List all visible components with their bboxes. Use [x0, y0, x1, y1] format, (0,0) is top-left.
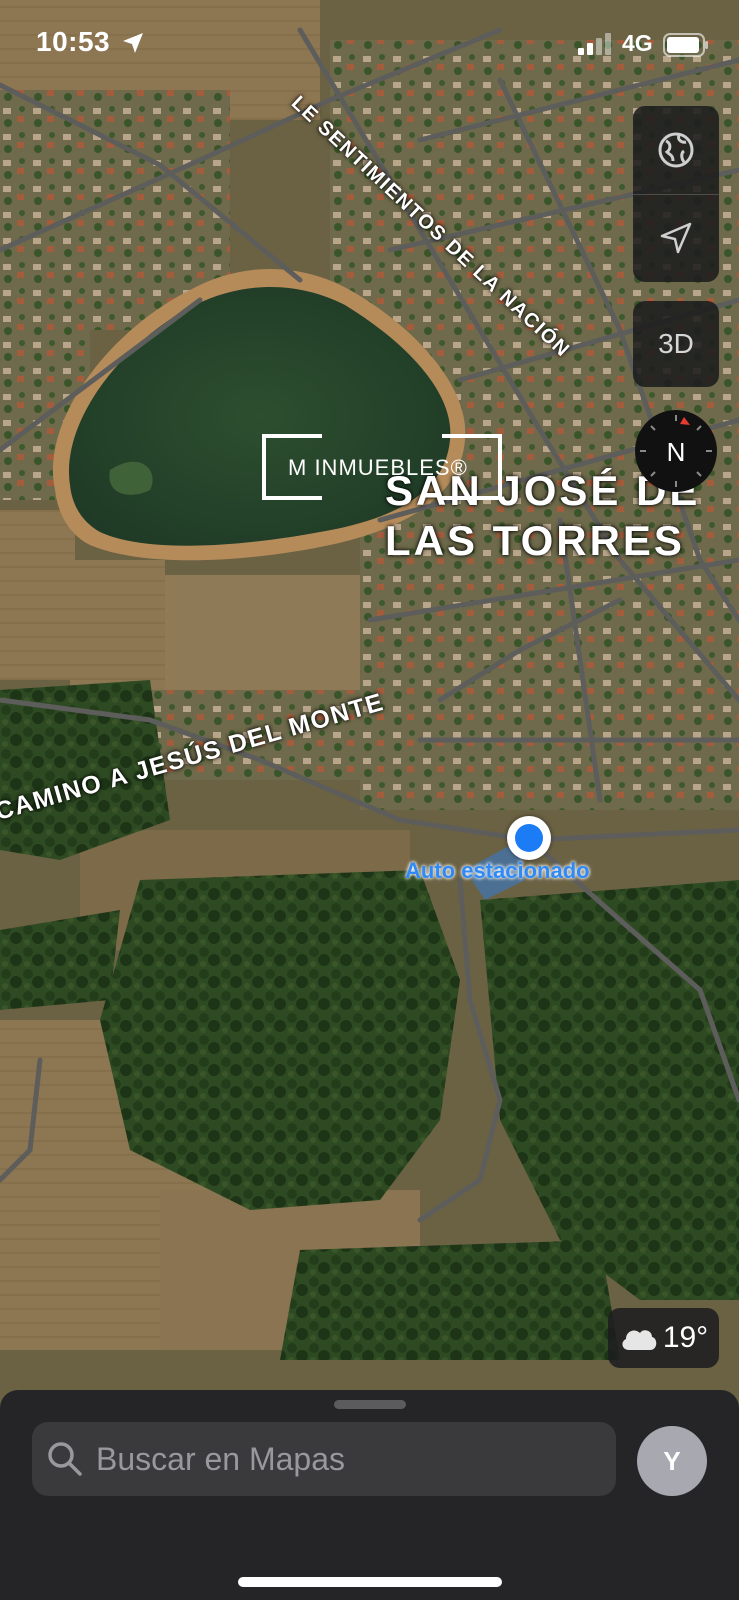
search-icon: [48, 1442, 82, 1476]
sheet-grabber[interactable]: [334, 1400, 406, 1409]
cloud-icon: [622, 1330, 657, 1350]
globe-icon: [658, 132, 694, 168]
temperature: 19°: [662, 1321, 709, 1354]
status-bar: 10:53 4G: [0, 0, 739, 90]
home-indicator[interactable]: [238, 1577, 502, 1587]
search-input[interactable]: [96, 1422, 596, 1496]
watermark-text: M INMUEBLES®: [288, 455, 468, 480]
compass-button[interactable]: N: [634, 409, 718, 493]
search-bar[interactable]: [32, 1422, 616, 1496]
map-mode-button[interactable]: [633, 106, 719, 194]
parked-car-marker[interactable]: [507, 816, 551, 860]
compass-icon: N: [635, 410, 717, 492]
location-arrow-icon: [660, 222, 692, 254]
search-sheet[interactable]: Y: [0, 1390, 739, 1600]
battery-icon: [663, 33, 708, 57]
account-avatar[interactable]: Y: [637, 1426, 707, 1496]
cellular-signal-icon: [578, 33, 611, 55]
weather-badge[interactable]: 19°: [608, 1308, 719, 1368]
town-label-line2: LAS TORRES: [385, 517, 685, 564]
map-controls: [633, 106, 719, 282]
compass-label: N: [667, 437, 686, 467]
location-services-icon: [123, 33, 143, 53]
status-time: 10:53: [36, 26, 111, 57]
view-3d-button[interactable]: 3D: [633, 301, 719, 387]
parked-car-label[interactable]: Auto estacionado: [405, 858, 590, 884]
network-type: 4G: [622, 30, 653, 56]
current-location-button[interactable]: [633, 194, 719, 282]
